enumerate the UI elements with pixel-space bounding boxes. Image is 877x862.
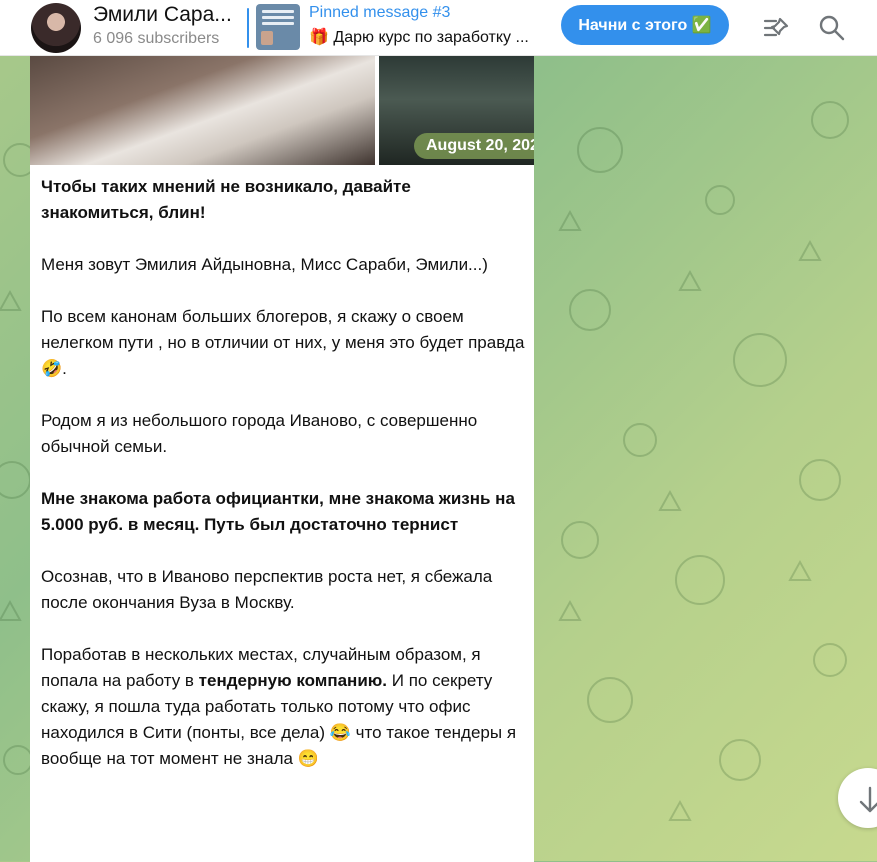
pinned-message-title[interactable]: Pinned message #3 [309,4,450,22]
pinned-list-icon[interactable] [762,13,792,43]
post-text-bold: тендерную компанию. [198,671,388,690]
channel-avatar[interactable] [31,3,81,53]
post-paragraph: Осознав, что в Иваново перспектив роста … [41,567,493,612]
post-text: Чтобы таких мнений не возникало, давайте… [41,174,525,798]
post-photo[interactable] [30,56,375,165]
subscriber-count: 6 096 subscribers [93,30,220,47]
channel-post: August 20, 2023 Чтобы таких мнений не во… [30,56,534,862]
arrow-down-icon [859,786,877,813]
search-icon[interactable] [817,13,847,43]
chat-header: Эмили Сара... 6 096 subscribers Pinned m… [0,0,877,56]
pinned-message-preview[interactable]: 🎁 Дарю курс по заработку ... [309,27,529,47]
post-paragraph: По всем канонам больших блогеров, я скаж… [41,307,525,378]
cta-button[interactable]: Начни с этого ✅ [561,5,729,45]
pinned-indicator [247,8,249,48]
post-paragraph: Родом я из небольшого города Иваново, с … [41,411,478,456]
post-paragraph: Меня зовут Эмилия Айдыновна, Мисс Сараби… [41,255,488,274]
post-paragraph: Чтобы таких мнений не возникало, давайте… [41,177,411,222]
post-paragraph: Поработав в нескольких местах, случайным… [41,642,525,772]
pinned-thumbnail[interactable] [256,4,300,50]
channel-title[interactable]: Эмили Сара... [93,3,232,27]
post-paragraph: Мне знакома работа официантки, мне знако… [41,489,515,534]
date-badge: August 20, 2023 [414,133,534,159]
